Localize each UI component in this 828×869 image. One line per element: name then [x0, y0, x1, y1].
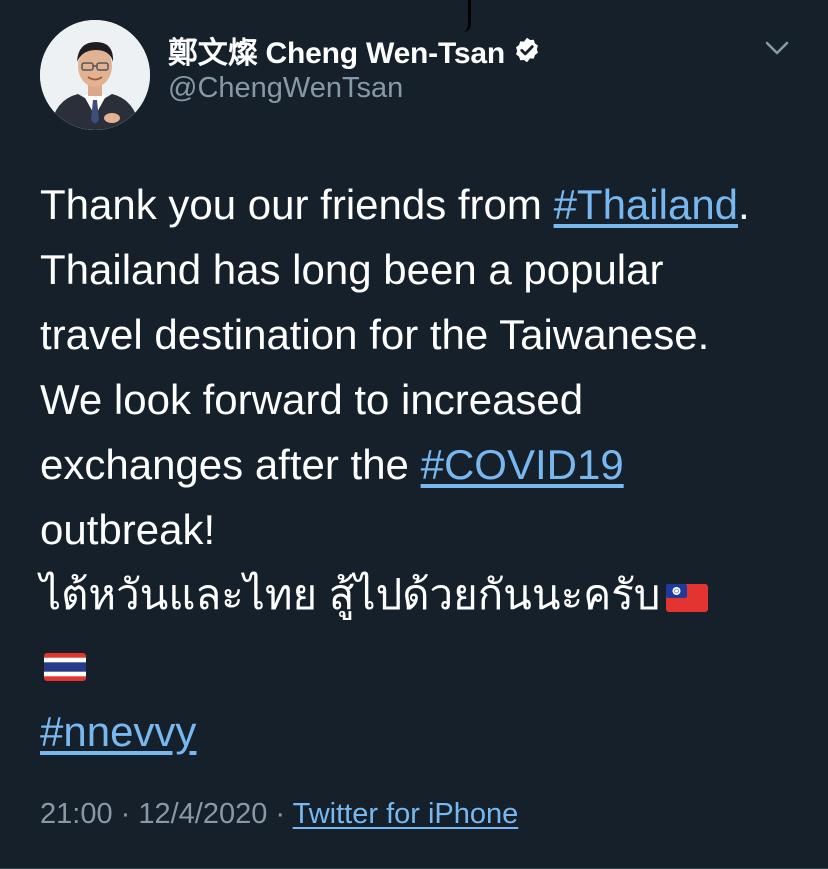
tweet-meta: 21:00 · 12/4/2020 · Twitter for iPhone	[40, 798, 518, 831]
tweet-line: outbreak!	[40, 506, 216, 553]
verified-badge-icon	[513, 36, 541, 64]
tweet-line: exchanges after the #COVID19	[40, 432, 800, 497]
tweet-text-span: .	[738, 181, 750, 228]
tweet-text: Thank you our friends from #Thailand. Th…	[40, 172, 800, 764]
hashtag-link-thailand[interactable]: #Thailand	[554, 181, 738, 228]
tweet-line: Thank you our friends from #Thailand.	[40, 172, 800, 237]
tweet-text-span: Thank you our friends from	[40, 181, 554, 228]
tweet-line	[40, 630, 800, 698]
tweet-line: travel destination for the Taiwanese.	[40, 311, 710, 358]
taiwan-flag-icon	[666, 565, 709, 630]
display-name[interactable]: 鄭文燦 Cheng Wen-Tsan	[168, 28, 505, 72]
tweet-time[interactable]: 21:00	[40, 798, 113, 830]
display-name-row: 鄭文燦 Cheng Wen-Tsan	[168, 30, 541, 70]
author-block: 鄭文燦 Cheng Wen-Tsan @ChengWenTsan	[168, 30, 541, 105]
tweet-line: #nnevvy	[40, 699, 800, 764]
thailand-flag-icon	[44, 634, 86, 699]
tweet-date[interactable]: 12/4/2020	[138, 798, 267, 830]
chevron-down-icon[interactable]	[764, 38, 790, 58]
meta-separator: ·	[112, 798, 139, 830]
thai-text: ไต้หวันและไทย สู้ไปด้วยกันนะครับ	[40, 571, 661, 618]
avatar[interactable]	[40, 20, 150, 130]
meta-separator: ·	[267, 798, 293, 830]
tweet-line: Thailand has long been a popular	[40, 246, 664, 293]
hashtag-link-nnevvy[interactable]: #nnevvy	[40, 708, 196, 755]
tweet-line: We look forward to increased	[40, 376, 584, 423]
avatar-portrait	[40, 20, 150, 130]
hashtag-link-covid19[interactable]: #COVID19	[421, 441, 624, 488]
tweet-line: ไต้หวันและไทย สู้ไปด้วยกันนะครับ	[40, 562, 800, 630]
tweet-source-link[interactable]: Twitter for iPhone	[293, 798, 519, 830]
tweet-text-span: exchanges after the	[40, 441, 421, 488]
handle[interactable]: @ChengWenTsan	[168, 72, 541, 105]
